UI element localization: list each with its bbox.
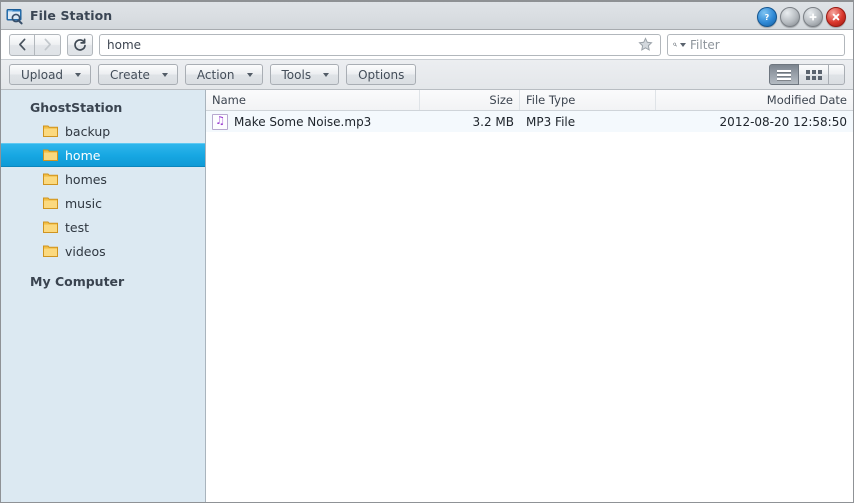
maximize-button[interactable] xyxy=(803,7,823,27)
folder-icon xyxy=(43,221,58,233)
sidebar-item-label: test xyxy=(65,219,90,235)
star-icon[interactable] xyxy=(634,35,656,55)
column-header-size-label: Size xyxy=(489,93,513,107)
file-modified-cell: 2012-08-20 12:58:50 xyxy=(719,114,847,129)
chevron-down-icon xyxy=(75,72,82,77)
title-bar: File Station ? xyxy=(1,2,853,30)
action-button[interactable]: Action xyxy=(184,64,263,85)
column-header-name[interactable]: Name xyxy=(206,90,420,110)
chevron-down-icon xyxy=(246,72,253,77)
sidebar-item-videos[interactable]: videos xyxy=(1,239,205,263)
sidebar-item-homes[interactable]: homes xyxy=(1,167,205,191)
create-button-label: Create xyxy=(110,67,150,82)
options-button[interactable]: Options xyxy=(346,64,417,85)
refresh-button[interactable] xyxy=(67,33,93,56)
address-input[interactable] xyxy=(107,37,634,52)
column-header-size[interactable]: Size xyxy=(420,90,520,110)
file-size-cell: 3.2 MB xyxy=(472,114,514,129)
grid-view-icon xyxy=(805,69,822,80)
sidebar-tree[interactable]: GhostStation backup home homes music tes… xyxy=(1,90,206,502)
chevron-left-icon xyxy=(18,38,25,51)
column-header-modified-date[interactable]: Modified Date xyxy=(656,90,853,110)
folder-icon xyxy=(43,245,58,257)
sidebar-item-label: videos xyxy=(65,243,106,259)
view-mode-group xyxy=(769,64,845,85)
column-header-name-label: Name xyxy=(212,93,246,107)
search-icon xyxy=(673,42,677,47)
sidebar-item-backup[interactable]: backup xyxy=(1,119,205,143)
refresh-group xyxy=(67,33,93,56)
folder-icon xyxy=(43,149,58,161)
file-type-cell: MP3 File xyxy=(526,114,576,129)
tree-group-my-computer[interactable]: My Computer xyxy=(1,263,205,293)
folder-icon xyxy=(43,197,58,209)
file-name-cell: ♫ Make Some Noise.mp3 xyxy=(206,111,420,132)
file-station-window: File Station ? home Filter Upload Create… xyxy=(0,0,854,503)
column-header-filetype-label: File Type xyxy=(526,93,576,107)
column-header-modified-date-label: Modified Date xyxy=(766,93,847,107)
sidebar-item-label: homes xyxy=(65,171,107,187)
list-view-icon xyxy=(777,68,791,82)
file-list-empty-area[interactable] xyxy=(206,132,853,502)
minimize-button[interactable] xyxy=(780,7,800,27)
search-input[interactable] xyxy=(686,37,840,52)
filter-search-box[interactable] xyxy=(667,33,845,56)
forward-button[interactable] xyxy=(35,33,61,56)
back-button[interactable] xyxy=(9,33,35,56)
main-body: GhostStation backup home homes music tes… xyxy=(1,90,853,502)
sidebar-item-test[interactable]: test xyxy=(1,215,205,239)
svg-text:?: ? xyxy=(765,13,770,22)
grid-view-button[interactable] xyxy=(799,64,829,85)
help-button[interactable]: ? xyxy=(757,7,777,27)
options-button-label: Options xyxy=(358,67,405,82)
address-bar[interactable] xyxy=(99,33,661,56)
window-title: File Station xyxy=(30,8,113,23)
sidebar-item-label: music xyxy=(65,195,102,211)
chevron-down-icon xyxy=(161,72,168,77)
column-header-filetype[interactable]: File Type xyxy=(520,90,656,110)
tools-button[interactable]: Tools xyxy=(269,64,340,85)
sidebar-item-label: backup xyxy=(65,123,111,139)
main-toolbar: Upload Create Action Tools Options xyxy=(1,60,853,90)
folder-icon xyxy=(43,125,58,137)
file-list-header: Name Size File Type Modified Date xyxy=(206,90,853,111)
list-view-button[interactable] xyxy=(769,64,799,85)
sidebar-item-home[interactable]: home xyxy=(1,143,205,167)
close-button[interactable] xyxy=(826,7,846,27)
create-button[interactable]: Create xyxy=(98,64,178,85)
tools-button-label: Tools xyxy=(281,67,312,82)
mp3-file-icon: ♫ xyxy=(212,113,228,130)
nav-arrows xyxy=(9,33,61,56)
table-row[interactable]: ♫ Make Some Noise.mp3 3.2 MB MP3 File 20… xyxy=(206,111,853,132)
file-name-label: Make Some Noise.mp3 xyxy=(234,114,372,129)
upload-button-label: Upload xyxy=(21,67,64,82)
view-options-dropdown-button[interactable] xyxy=(829,64,845,85)
navigation-bar xyxy=(1,30,853,60)
file-station-icon xyxy=(6,7,24,25)
folder-icon xyxy=(43,173,58,185)
chevron-right-icon xyxy=(44,38,51,51)
refresh-icon xyxy=(74,37,86,51)
sidebar-item-music[interactable]: music xyxy=(1,191,205,215)
window-controls: ? xyxy=(757,7,846,27)
upload-button[interactable]: Upload xyxy=(9,64,92,85)
tree-group-ghoststation[interactable]: GhostStation xyxy=(1,97,205,119)
sidebar-item-label: home xyxy=(65,147,101,163)
file-list-panel: Name Size File Type Modified Date ♫ Make… xyxy=(206,90,853,502)
chevron-down-icon xyxy=(323,72,330,77)
action-button-label: Action xyxy=(196,67,235,82)
